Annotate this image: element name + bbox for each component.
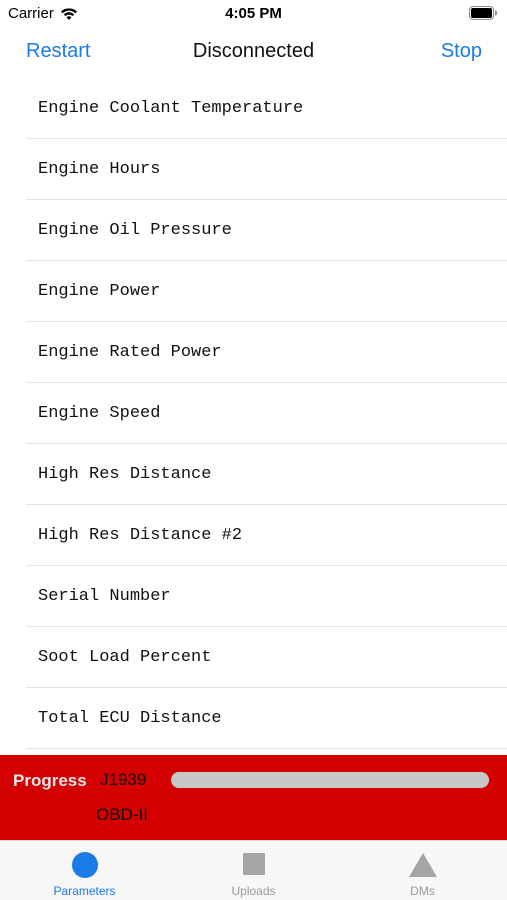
progress-bar-fill — [171, 772, 489, 788]
protocol-obd2-label: OBD-II — [96, 805, 148, 824]
parameter-row[interactable]: Engine Power — [26, 261, 507, 322]
page-title: Disconnected — [192, 40, 315, 62]
progress-label: Progress — [13, 771, 87, 790]
parameter-row[interactable]: Serial Number — [26, 566, 507, 627]
progress-bar — [171, 772, 489, 788]
battery-icon — [469, 6, 497, 20]
parameter-row[interactable]: High Res Distance #2 — [26, 505, 507, 566]
status-bar: Carrier 4:05 PM — [0, 0, 507, 28]
parameter-list: Engine Coolant Temperature Engine Hours … — [26, 78, 507, 749]
parameter-row[interactable]: Engine Hours — [26, 139, 507, 200]
parameter-row[interactable]: High Res Distance — [26, 444, 507, 505]
parameter-row[interactable]: Soot Load Percent — [26, 627, 507, 688]
parameter-row[interactable]: Engine Rated Power — [26, 322, 507, 383]
tab-label: DMs — [410, 884, 435, 898]
protocol-j1939-label: J1939 — [100, 770, 147, 789]
tab-parameters[interactable]: Parameters — [0, 841, 169, 900]
square-icon — [242, 853, 265, 875]
app-screen: Carrier 4:05 PM Restart Disconnected Sto… — [0, 0, 507, 900]
status-time: 4:05 PM — [225, 5, 282, 22]
parameter-row[interactable]: Engine Speed — [26, 383, 507, 444]
stop-button[interactable]: Stop — [441, 40, 482, 63]
parameter-row[interactable]: Engine Oil Pressure — [26, 200, 507, 261]
triangle-icon — [408, 853, 437, 877]
tab-dms[interactable]: DMs — [338, 841, 507, 900]
tab-label: Uploads — [231, 884, 276, 898]
progress-panel: Progress J1939 OBD-II — [0, 755, 507, 840]
tab-label: Parameters — [53, 884, 116, 898]
tab-uploads[interactable]: Uploads — [169, 841, 338, 900]
parameter-row[interactable]: Engine Coolant Temperature — [26, 78, 507, 139]
tab-bar: Parameters Uploads DMs — [0, 840, 507, 900]
navigation-bar: Restart Disconnected Stop — [0, 28, 507, 78]
circle-icon — [71, 852, 98, 878]
parameter-row[interactable]: Total ECU Distance — [26, 688, 507, 749]
